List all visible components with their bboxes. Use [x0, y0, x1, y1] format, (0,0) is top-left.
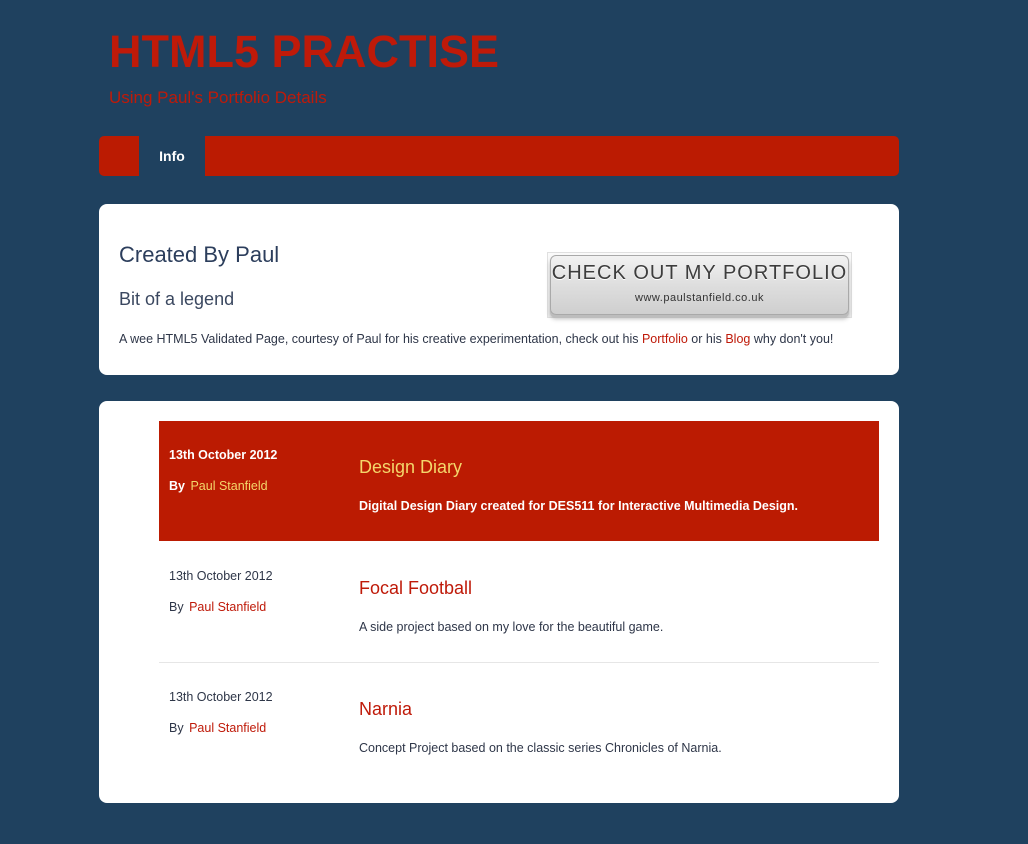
- author-link[interactable]: Paul Stanfield: [189, 600, 266, 614]
- projects-panel: 13th October 2012 By Paul Stanfield Desi…: [99, 401, 899, 803]
- project-byline: By Paul Stanfield: [169, 600, 266, 614]
- by-label: By: [169, 479, 185, 493]
- project-byline: By Paul Stanfield: [169, 479, 268, 493]
- badge-title: CHECK OUT MY PORTFOLIO: [551, 262, 848, 284]
- portfolio-link[interactable]: Portfolio: [642, 332, 688, 346]
- project-title[interactable]: Narnia: [359, 699, 412, 720]
- main-nav: Info: [99, 136, 899, 176]
- tab-info[interactable]: Info: [139, 136, 205, 176]
- portfolio-badge-face: CHECK OUT MY PORTFOLIO www.paulstanfield…: [550, 255, 849, 315]
- blog-link[interactable]: Blog: [725, 332, 750, 346]
- intro-heading: Created By Paul: [119, 242, 280, 267]
- site-title: HTML5 PRACTISE: [109, 26, 500, 77]
- project-description: Concept Project based on the classic ser…: [359, 741, 722, 755]
- intro-text-middle: or his: [687, 332, 726, 346]
- project-date: 13th October 2012: [169, 448, 278, 462]
- project-item: 13th October 2012 By Paul Stanfield Narn…: [159, 663, 879, 783]
- by-label: By: [169, 600, 184, 614]
- intro-panel: Created By Paul Bit of a legend A wee HT…: [99, 204, 899, 375]
- by-label: By: [169, 721, 184, 735]
- author-link[interactable]: Paul Stanfield: [190, 479, 267, 493]
- project-byline: By Paul Stanfield: [169, 721, 266, 735]
- site-subtitle: Using Paul's Portfolio Details: [109, 88, 327, 107]
- author-link[interactable]: Paul Stanfield: [189, 721, 266, 735]
- intro-text: A wee HTML5 Validated Page, courtesy of …: [119, 332, 833, 346]
- project-description: Digital Design Diary created for DES511 …: [359, 499, 799, 513]
- project-date: 13th October 2012: [169, 569, 273, 583]
- portfolio-badge-button[interactable]: CHECK OUT MY PORTFOLIO www.paulstanfield…: [547, 252, 852, 318]
- intro-text-start: A wee HTML5 Validated Page, courtesy of …: [119, 332, 642, 346]
- project-title[interactable]: Design Diary: [359, 457, 462, 478]
- project-description: A side project based on my love for the …: [359, 620, 664, 634]
- intro-text-end: why don't you!: [750, 332, 834, 346]
- project-date: 13th October 2012: [169, 690, 273, 704]
- badge-url: www.paulstanfield.co.uk: [635, 292, 764, 304]
- project-title[interactable]: Focal Football: [359, 578, 472, 599]
- project-item: 13th October 2012 By Paul Stanfield Desi…: [159, 421, 879, 541]
- intro-subheading: Bit of a legend: [119, 289, 235, 309]
- project-item: 13th October 2012 By Paul Stanfield Foca…: [159, 542, 879, 662]
